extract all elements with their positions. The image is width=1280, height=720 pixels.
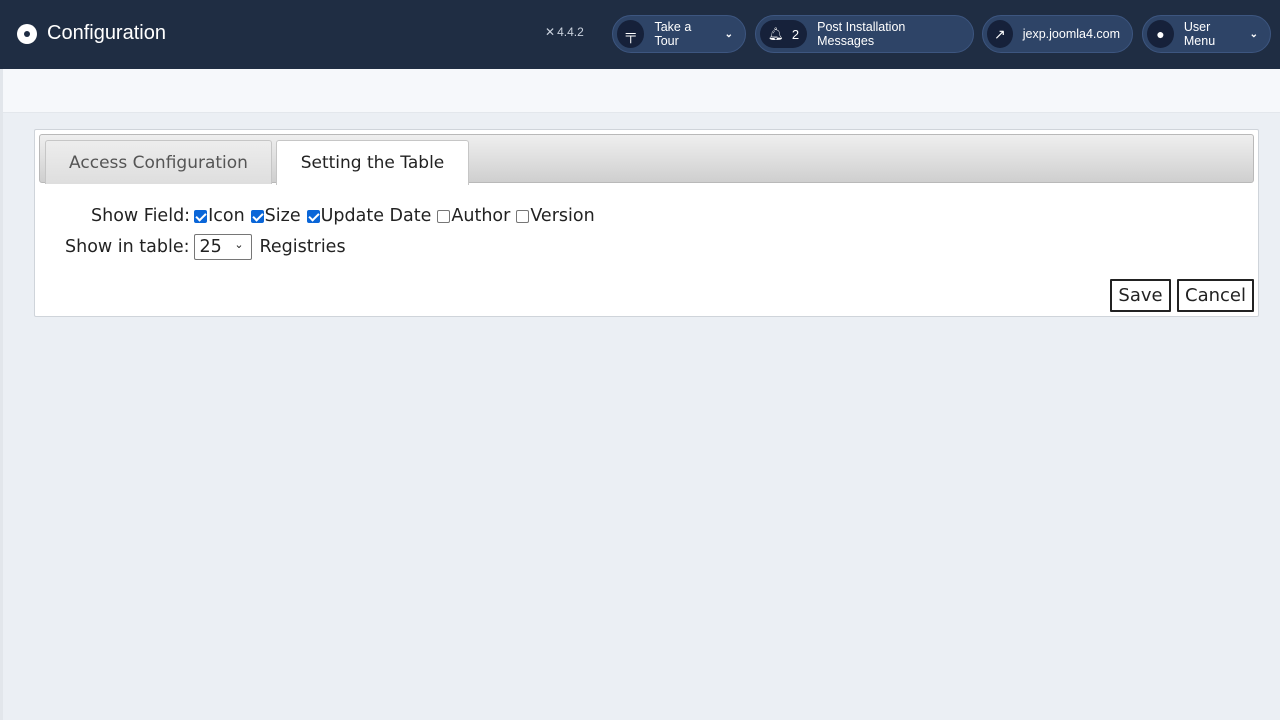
sidebar-edge <box>0 69 3 720</box>
size-checkbox-label: Size <box>264 206 301 226</box>
page-title: Configuration <box>47 22 166 44</box>
icon-checkbox-label: Icon <box>208 206 245 226</box>
chevron-down-icon: ⌄ <box>234 238 244 251</box>
joomla-icon: ✕ <box>545 25 556 39</box>
save-button[interactable]: Save <box>1110 279 1171 312</box>
show-field-row: Show Field: Icon Size Update Date Author… <box>91 206 601 226</box>
top-header: Configuration ✕ 4.4.2 ╤ Take a Tour ⌄ 🔔︎… <box>0 0 1280 69</box>
configuration-panel: Access Configuration Setting the Table S… <box>34 129 1259 317</box>
rows-per-page-value: 25 <box>199 237 222 257</box>
chevron-down-icon: ⌄ <box>724 28 733 40</box>
version-checkbox[interactable] <box>516 209 530 223</box>
author-checkbox[interactable] <box>437 209 451 223</box>
external-link-icon: ↗ <box>987 20 1013 48</box>
user-menu-label: User Menu <box>1183 20 1216 48</box>
tab-access-configuration[interactable]: Access Configuration <box>45 140 272 184</box>
update-date-checkbox[interactable] <box>306 209 320 223</box>
update-date-checkbox-label: Update Date <box>320 206 432 226</box>
chevron-down-icon: ⌄ <box>1249 28 1258 40</box>
tab-bar: Access Configuration Setting the Table <box>39 134 1254 185</box>
circle-dot-icon <box>17 23 37 44</box>
post-installation-messages-button[interactable]: 🔔︎ 2 Post Installation Messages <box>755 15 974 53</box>
tab-setting-the-table[interactable]: Setting the Table <box>276 140 469 185</box>
rows-per-page-select[interactable]: 25 ⌄ <box>193 234 252 260</box>
take-a-tour-button[interactable]: ╤ Take a Tour ⌄ <box>612 15 746 53</box>
site-link-label: jexp.joomla4.com <box>1022 27 1120 41</box>
site-link-button[interactable]: ↗ jexp.joomla4.com <box>982 15 1133 53</box>
cancel-button[interactable]: Cancel <box>1177 279 1254 312</box>
header-title-group: Configuration <box>17 21 166 46</box>
notification-badge: 🔔︎ 2 <box>760 20 808 48</box>
user-icon: ● <box>1147 20 1174 48</box>
icon-checkbox[interactable] <box>194 209 208 223</box>
user-menu-button[interactable]: ● User Menu ⌄ <box>1142 15 1271 53</box>
toolbar <box>0 69 1280 113</box>
version-checkbox-label: Version <box>530 206 595 226</box>
bell-icon: 🔔︎ <box>768 26 784 41</box>
registries-label: Registries <box>259 237 346 257</box>
notification-count: 2 <box>791 26 800 42</box>
post-installation-messages-label: Post Installation Messages <box>817 20 906 48</box>
show-in-table-label: Show in table: <box>65 237 190 257</box>
version-number: 4.4.2 <box>557 25 584 39</box>
signpost-icon: ╤ <box>617 20 645 48</box>
show-field-label: Show Field: <box>91 206 191 226</box>
show-in-table-row: Show in table: 25 ⌄ Registries <box>65 234 346 260</box>
size-checkbox[interactable] <box>250 209 264 223</box>
take-a-tour-label: Take a Tour <box>654 20 692 48</box>
version-info: ✕ 4.4.2 <box>545 25 584 39</box>
author-checkbox-label: Author <box>451 206 511 226</box>
